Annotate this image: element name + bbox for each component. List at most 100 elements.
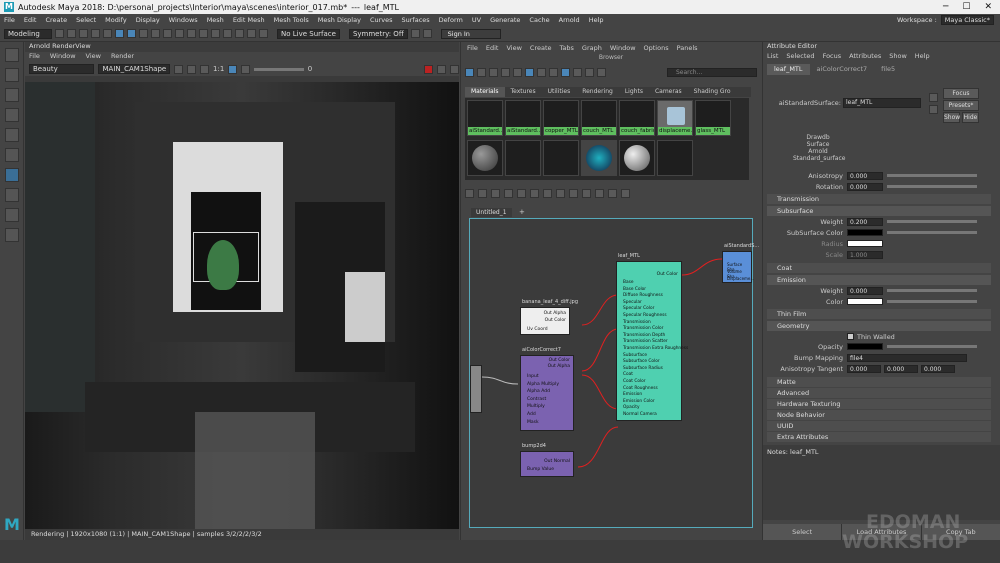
new-scene-icon[interactable]	[55, 29, 64, 38]
file-texture-node[interactable]: Out Alpha Out Color Uv Coord	[520, 307, 570, 335]
file-uv-coord-port[interactable]: Uv Coord	[527, 327, 548, 332]
bump2d-node[interactable]: Out Normal Bump Value	[520, 451, 574, 477]
hs-menu-graph[interactable]: Graph	[582, 44, 602, 52]
notes-panel[interactable]: Notes: leaf_MTL	[763, 445, 1000, 520]
rv-menu-view[interactable]: View	[86, 52, 101, 62]
tab-file5[interactable]: file5	[874, 64, 902, 75]
crop-region-icon[interactable]	[228, 64, 238, 74]
browser-view-icon[interactable]	[465, 68, 474, 77]
sg-displacement-port[interactable]: Displaceme...	[727, 276, 754, 281]
section-coat[interactable]: Coat	[767, 263, 991, 273]
exposure-slider[interactable]	[254, 67, 304, 71]
section-thin-film[interactable]: Thin Film	[767, 309, 991, 319]
scale-field[interactable]: 1.000	[847, 251, 883, 259]
snap-point-icon[interactable]	[175, 29, 184, 38]
hs-menu-view[interactable]: View	[506, 44, 521, 52]
menu-curves[interactable]: Curves	[370, 16, 393, 24]
scale-tool-icon[interactable]	[5, 148, 19, 162]
browser-icon-6[interactable]	[525, 68, 534, 77]
camera-dropdown[interactable]: MAIN_CAM1Shape	[98, 64, 171, 74]
select-component-icon[interactable]	[139, 29, 148, 38]
cc-out-alpha-port[interactable]: Out Alpha	[548, 364, 570, 369]
em-color-slider[interactable]	[887, 300, 977, 303]
menu-mesh[interactable]: Mesh	[207, 16, 224, 24]
aov-dropdown[interactable]: Beauty	[29, 64, 95, 74]
graph-icon-6[interactable]	[530, 189, 539, 198]
aniso-tangent-y[interactable]: 0.000	[884, 365, 918, 373]
menu-deform[interactable]: Deform	[439, 16, 463, 24]
rv-menu-file[interactable]: File	[29, 52, 40, 62]
presets-button[interactable]: Presets*	[943, 100, 979, 111]
zoom-ratio[interactable]: 1:1	[213, 65, 224, 73]
leaf-attr-port[interactable]: Transmission Depth	[623, 333, 665, 338]
browser-search-input[interactable]: Search...	[667, 68, 757, 77]
single-perspective-icon[interactable]	[5, 188, 19, 202]
browser-icon-11[interactable]	[585, 68, 594, 77]
place2d-node[interactable]	[470, 365, 482, 413]
ipr-icon[interactable]	[235, 29, 244, 38]
em-weight-field[interactable]: 0.000	[847, 287, 883, 295]
bump-out-normal-port[interactable]: Out Normal	[544, 459, 570, 464]
graph-icon-10[interactable]	[582, 189, 591, 198]
leaf-attr-port[interactable]: Subsurface	[623, 353, 647, 358]
file-out-color-port[interactable]: Out Color	[545, 318, 566, 323]
bump-mapping-field[interactable]: file4	[847, 354, 967, 362]
hs-menu-edit[interactable]: Edit	[486, 44, 499, 52]
rotate-tool-icon[interactable]	[5, 128, 19, 142]
hs-menu-panels[interactable]: Panels	[677, 44, 698, 52]
snap-surface-icon[interactable]	[199, 29, 208, 38]
sss-color-slider[interactable]	[887, 231, 977, 234]
minimize-icon[interactable]: ─	[943, 2, 948, 12]
tab-shading-groups[interactable]: Shading Gro	[688, 87, 737, 97]
cc-input-port[interactable]: Alpha Multiply	[527, 382, 559, 387]
cc-input-port[interactable]: Contrast	[527, 397, 546, 402]
sss-color-swatch[interactable]	[847, 229, 883, 236]
select-button[interactable]: Select	[763, 524, 843, 540]
workspace-dropdown[interactable]: Maya Classic*	[940, 15, 994, 25]
material-swatch-7[interactable]: glass_MTL	[695, 100, 731, 136]
rv-menu-render[interactable]: Render	[111, 52, 134, 62]
browser-icon-7[interactable]	[537, 68, 546, 77]
ae-menu-attributes[interactable]: Attributes	[849, 52, 881, 62]
cc-input-port[interactable]: Input	[527, 374, 539, 379]
material-swatch-13[interactable]	[657, 140, 693, 176]
refresh-render-icon[interactable]	[174, 64, 184, 74]
leaf-attr-port[interactable]: Transmission Extra Roughness	[623, 346, 688, 351]
graph-icon-5[interactable]	[517, 189, 526, 198]
menu-arnold[interactable]: Arnold	[559, 16, 580, 24]
ae-menu-selected[interactable]: Selected	[786, 52, 814, 62]
section-extra-attributes[interactable]: Extra Attributes	[767, 432, 991, 442]
browser-icon-2[interactable]	[477, 68, 486, 77]
hs-menu-options[interactable]: Options	[644, 44, 669, 52]
stop-render-icon[interactable]	[424, 64, 434, 74]
sign-in-button[interactable]: Sign In	[440, 28, 501, 39]
leaf-attr-port[interactable]: Transmission Scatter	[623, 339, 668, 344]
graph-icon-11[interactable]	[595, 189, 604, 198]
leaf-attr-port[interactable]: Transmission Color	[623, 326, 663, 331]
snap-grid-icon[interactable]	[151, 29, 160, 38]
cc-input-port[interactable]: Add	[527, 412, 536, 417]
browser-icon-9[interactable]	[561, 68, 570, 77]
leaf-attr-port[interactable]: Coat Roughness	[623, 386, 658, 391]
material-swatch-4[interactable]: couch_MTL	[581, 100, 617, 136]
menu-cache[interactable]: Cache	[529, 16, 549, 24]
hs-menu-file[interactable]: File	[467, 44, 478, 52]
aniso-tangent-z[interactable]: 0.000	[921, 365, 955, 373]
outliner-layout-icon[interactable]	[5, 228, 19, 242]
section-emission[interactable]: Emission	[767, 275, 991, 285]
menu-edit[interactable]: Edit	[24, 16, 37, 24]
em-weight-slider[interactable]	[887, 289, 977, 292]
browser-icon-5[interactable]	[513, 68, 522, 77]
opacity-slider[interactable]	[887, 345, 977, 348]
tab-aicolorcorrect7[interactable]: aiColorCorrect7	[810, 64, 875, 75]
tab-lights[interactable]: Lights	[619, 87, 649, 97]
leaf-attr-port[interactable]: Base Color	[623, 287, 646, 292]
select-hierarchy-icon[interactable]	[115, 29, 124, 38]
ae-menu-list[interactable]: List	[767, 52, 778, 62]
menu-edit-mesh[interactable]: Edit Mesh	[233, 16, 265, 24]
browser-icon-10[interactable]	[573, 68, 582, 77]
cc-input-port[interactable]: Multiply	[527, 404, 545, 409]
paint-select-icon[interactable]	[5, 88, 19, 102]
leaf-attr-port[interactable]: Opacity	[623, 405, 640, 410]
move-tool-icon[interactable]	[5, 108, 19, 122]
